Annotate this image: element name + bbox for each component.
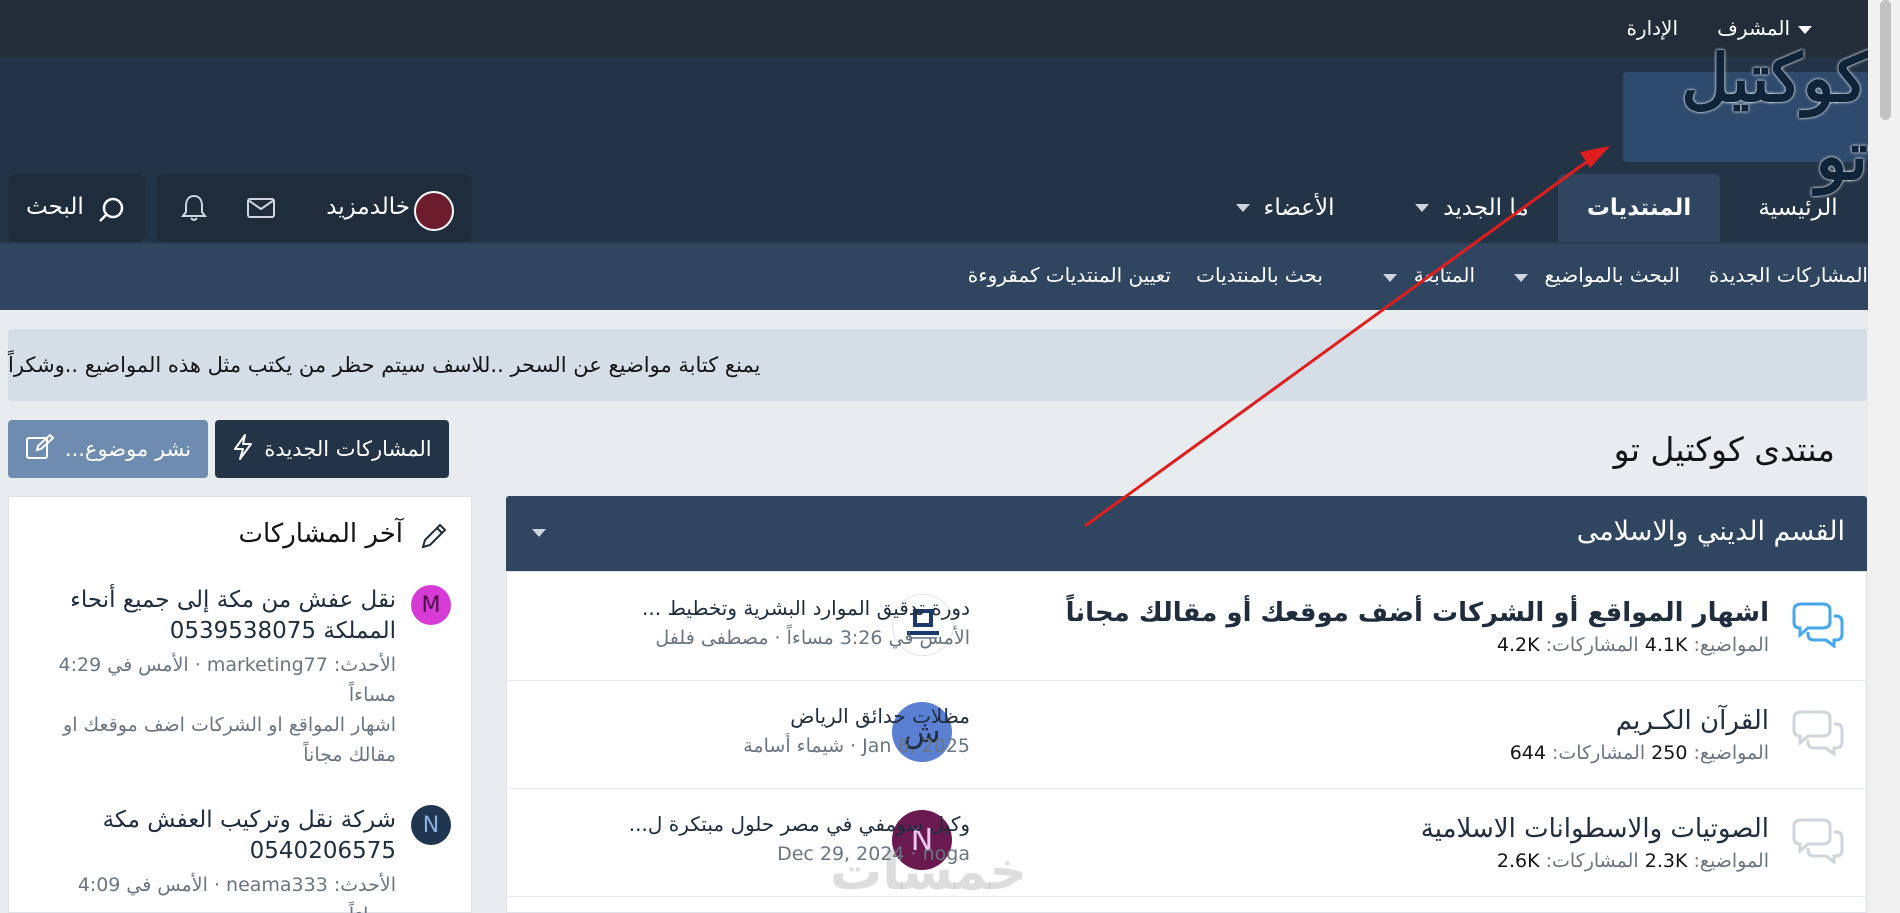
tab-members-label: الأعضاء — [1263, 195, 1335, 221]
user-avatar[interactable] — [414, 191, 454, 231]
posts-count: 2.6K — [1496, 850, 1540, 872]
threads-label: المواضيع: — [1693, 634, 1769, 656]
chat-bubbles-icon — [1792, 710, 1844, 756]
threads-label: المواضيع: — [1693, 742, 1769, 764]
moderator-menu[interactable]: المشرف — [1717, 16, 1812, 40]
admin-link[interactable]: الإدارة — [1626, 16, 1678, 40]
tab-whats-new-label: ما الجديد — [1443, 195, 1529, 221]
pencil-icon — [419, 521, 449, 555]
avatar[interactable]: N — [411, 805, 451, 845]
watermark: خمسات — [830, 842, 1028, 902]
tab-members[interactable]: الأعضاء — [1220, 174, 1350, 242]
new-posts-button[interactable]: المشاركات الجديدة — [215, 420, 449, 478]
search-button[interactable]: البحث — [8, 174, 145, 242]
subnav-mark-read[interactable]: تعيين المنتديات كمقروءة — [968, 263, 1171, 287]
subnav-search-forums[interactable]: بحث بالمنتديات — [1196, 263, 1323, 287]
tab-forums-label: المنتديات — [1586, 195, 1692, 221]
chevron-down-icon — [1514, 274, 1529, 282]
bell-icon[interactable] — [181, 194, 207, 226]
latest-posts-widget: آخر المشاركات M نقل عفش من مكة إلى جميع … — [8, 496, 472, 913]
latest-post-title[interactable]: نقل عفش من مكة إلى جميع أنحاء المملكة 05… — [36, 585, 396, 647]
subnav-watched[interactable]: المتابعة — [1383, 263, 1475, 287]
chat-bubbles-icon — [1792, 602, 1844, 648]
last-post-title[interactable]: وكيل سومفي في مصر حلول مبتكرة ل... — [610, 812, 970, 836]
threads-label: المواضيع: — [1693, 850, 1769, 872]
collapse-toggle-icon[interactable] — [532, 529, 546, 537]
posts-label: المشاركات: — [1545, 634, 1639, 656]
forum-stats: المواضيع: 4.1K المشاركات: 4.2K — [1497, 634, 1769, 656]
last-post-user[interactable]: مصطفى فلفل — [655, 627, 768, 649]
moderator-label: المشرف — [1717, 16, 1790, 40]
last-post-meta: Jan 6, 2025 · شيماء أسامة — [743, 735, 970, 757]
threads-count: 4.1K — [1644, 634, 1688, 656]
search-icon — [98, 196, 126, 228]
subnav-search-threads[interactable]: البحث بالمواضيع — [1514, 263, 1680, 287]
chevron-down-icon — [1383, 274, 1398, 282]
forum-row[interactable]: القرآن الكـريم المواضيع: 250 المشاركات: … — [507, 680, 1866, 789]
latest-post-title[interactable]: شركة نقل وتركيب العفش مكة 0540206575 — [36, 805, 396, 867]
forum-stats: المواضيع: 250 المشاركات: 644 — [1510, 742, 1769, 764]
forum-row[interactable]: اشهار المواقع أو الشركات أضف موقعك أو مق… — [507, 572, 1866, 681]
chevron-down-icon — [1798, 25, 1812, 34]
posts-count: 644 — [1509, 742, 1546, 764]
notice-banner: يمنع كتابة مواضيع عن السحر ..للاسف سيتم … — [8, 329, 1867, 401]
tab-forums[interactable]: المنتديات — [1558, 174, 1720, 242]
post-thread-label: نشر موضوع... — [64, 437, 192, 461]
category-header[interactable]: القسم الديني والاسلامى — [506, 496, 1867, 571]
chevron-down-icon — [1235, 204, 1250, 212]
forum-row[interactable]: الصوتيات والاسطوانات الاسلامية المواضيع:… — [507, 788, 1866, 897]
forum-title[interactable]: اشهار المواقع أو الشركات أضف موقعك أو مق… — [1066, 598, 1769, 628]
forum-list: اشهار المواقع أو الشركات أضف موقعك أو مق… — [506, 571, 1867, 913]
avatar[interactable]: M — [411, 585, 451, 625]
logo-text: كوكتيل تو — [1681, 39, 1868, 195]
vertical-scrollbar[interactable] — [1868, 0, 1900, 913]
forum-title[interactable]: القرآن الكـريم — [1616, 706, 1769, 736]
new-posts-label: المشاركات الجديدة — [264, 437, 432, 461]
list-item[interactable]: N شركة نقل وتركيب العفش مكة 0540206575 ا… — [31, 805, 451, 913]
scrollbar-thumb[interactable] — [1880, 0, 1891, 120]
list-item[interactable]: M نقل عفش من مكة إلى جميع أنحاء المملكة … — [31, 585, 451, 785]
posts-label: المشاركات: — [1545, 850, 1639, 872]
threads-count: 250 — [1651, 742, 1688, 764]
forum-stats: المواضيع: 2.3K المشاركات: 2.6K — [1497, 850, 1769, 872]
tab-home-label: الرئيسية — [1758, 195, 1838, 221]
post-thread-button[interactable]: نشر موضوع... — [8, 420, 208, 478]
search-label: البحث — [26, 194, 84, 220]
posts-count: 4.2K — [1496, 634, 1540, 656]
user-area: خالدمزيد — [157, 174, 472, 242]
subnav-watched-label: المتابعة — [1413, 263, 1475, 287]
last-post-date: الأمس في 3:26 مساءاً — [786, 627, 970, 649]
page-title: منتدى كوكتيل تو — [1613, 430, 1835, 469]
tab-home[interactable]: الرئيسية — [1728, 174, 1868, 242]
forum-title[interactable]: الصوتيات والاسطوانات الاسلامية — [1421, 814, 1769, 844]
chevron-down-icon — [1415, 204, 1430, 212]
last-post-title[interactable]: مظلات حدائق الرياض — [610, 704, 970, 728]
chat-bubbles-icon — [1792, 818, 1844, 864]
category-title: القسم الديني والاسلامى — [1576, 516, 1845, 547]
site-logo[interactable]: كوكتيل تو — [1623, 39, 1868, 195]
posts-label: المشاركات: — [1552, 742, 1646, 764]
sub-navigation: المشاركات الجديدة البحث بالمواضيع المتاب… — [0, 243, 1868, 310]
subnav-new-posts[interactable]: المشاركات الجديدة — [1709, 263, 1868, 287]
threads-count: 2.3K — [1644, 850, 1688, 872]
latest-post-forum[interactable]: اشهار المواقع او الشركات اضف موقعك او مق… — [36, 710, 396, 770]
envelope-icon[interactable] — [247, 198, 275, 222]
last-post-meta: الأمس في 3:26 مساءاً · مصطفى فلفل — [655, 627, 970, 649]
latest-post-meta: الأحدث: neama333 · الأمس في 4:09 مساءاً — [77, 874, 396, 913]
last-post-date: Jan 6, 2025 — [862, 735, 970, 757]
top-bar: المشرف الإدارة — [0, 0, 1868, 57]
latest-posts-title: آخر المشاركات — [238, 519, 403, 549]
last-post-title[interactable]: دورة تدقيق الموارد البشرية وتخطيط ... — [610, 596, 970, 620]
last-post-user[interactable]: شيماء أسامة — [743, 735, 844, 757]
edit-icon — [25, 433, 55, 466]
latest-post-meta: الأحدث: marketing77 · الأمس في 4:29 مساء… — [58, 654, 396, 706]
user-name[interactable]: خالدمزيد — [326, 194, 410, 220]
subnav-search-threads-label: البحث بالمواضيع — [1544, 263, 1680, 287]
lightning-icon — [232, 433, 254, 466]
tab-whats-new[interactable]: ما الجديد — [1392, 174, 1552, 242]
